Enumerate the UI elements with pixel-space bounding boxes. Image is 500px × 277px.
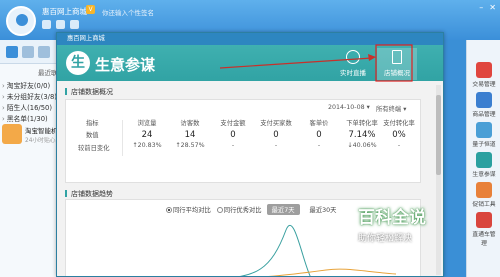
arrow-head — [368, 54, 376, 61]
watermark: 百科全说 助你轻松解决 — [358, 203, 482, 253]
watermark-title: 百科全说 — [358, 208, 426, 228]
watermark-slogan: 助你轻松解决 — [358, 234, 413, 244]
highlight-box — [375, 44, 413, 82]
arrow-line — [219, 57, 373, 69]
